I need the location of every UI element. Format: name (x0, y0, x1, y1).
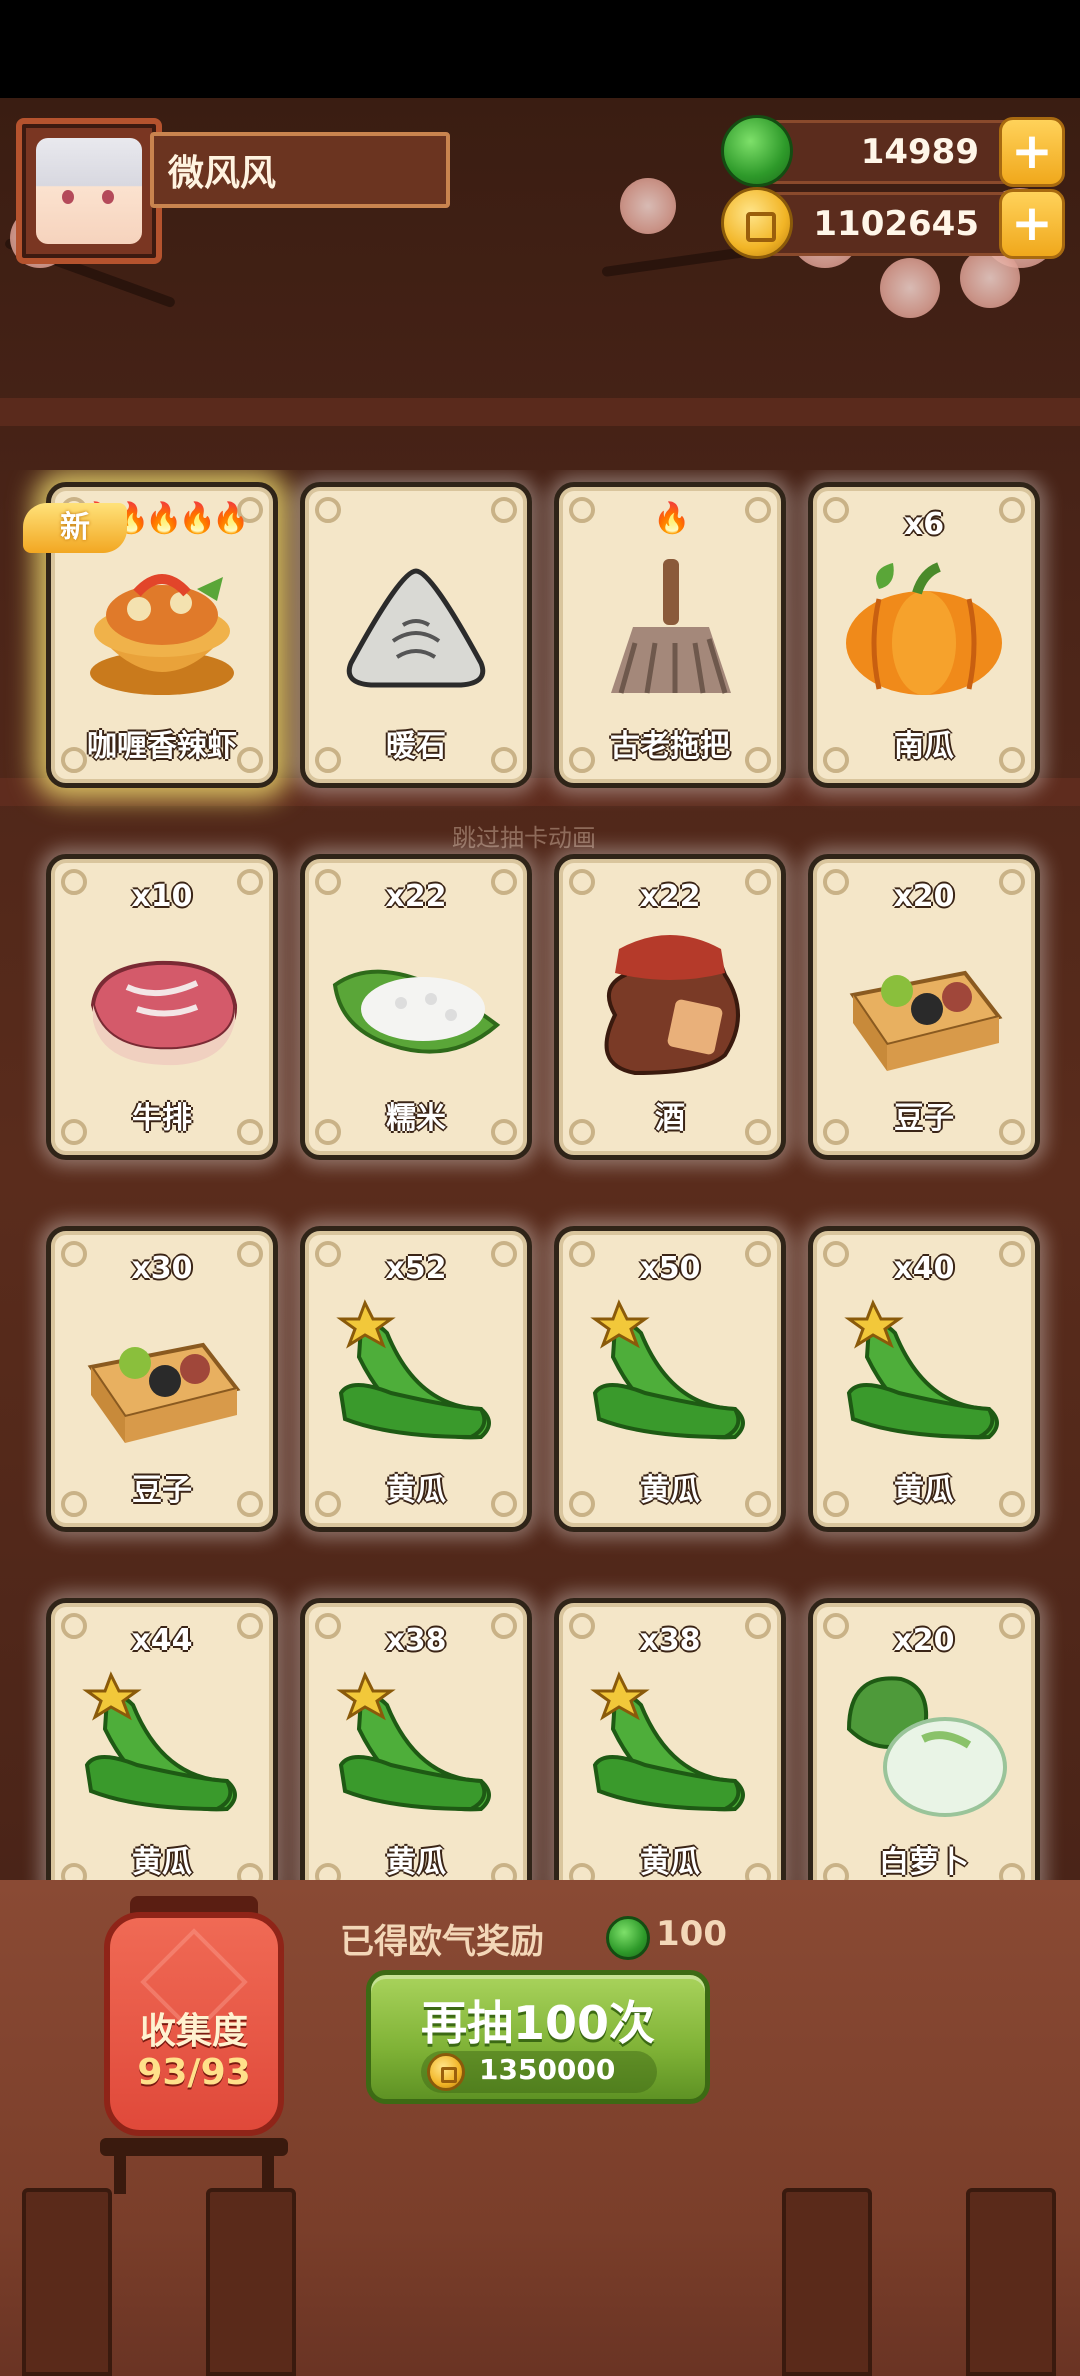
wall-beam (0, 398, 1080, 426)
card-label: 黄瓜 (386, 1473, 446, 1508)
add-gems-button[interactable]: + (999, 117, 1065, 187)
reward-label: 已得欧气奖励 (340, 1922, 544, 1962)
card-count: x40 (893, 1251, 955, 1286)
cucumber-icon (585, 1669, 755, 1819)
item-card[interactable]: x6 南瓜 (808, 482, 1040, 788)
collection-lantern[interactable]: 收集度 93/93 (104, 1912, 284, 2136)
item-card[interactable]: x44 黄瓜 (46, 1598, 278, 1884)
card-count: x20 (893, 1623, 955, 1658)
avatar-portrait (36, 138, 142, 244)
card-corner-ornament (491, 497, 517, 523)
cucumber-icon (331, 1297, 501, 1447)
item-card[interactable]: 暖石 (300, 482, 532, 788)
curry-shrimp-icon (77, 553, 247, 703)
lantern-leg (114, 2150, 126, 2194)
card-label: 咖喱香辣虾 (87, 729, 237, 764)
card-label: 豆子 (132, 1473, 192, 1508)
card-corner-ornament (315, 497, 341, 523)
card-label: 暖石 (386, 729, 446, 764)
wine-jar-icon (585, 925, 755, 1076)
card-label: 黄瓜 (640, 1473, 700, 1508)
reward-amount: 100 (656, 1914, 727, 1954)
item-card[interactable]: x52 黄瓜 (300, 1226, 532, 1532)
card-count: x38 (385, 1623, 447, 1658)
item-card[interactable]: 🔥🔥🔥🔥🔥 咖喱香辣虾新 (23, 482, 278, 788)
radish-icon (839, 1669, 1009, 1819)
card-label: 白萝卜 (879, 1845, 969, 1880)
collection-value: 93/93 (137, 2052, 251, 2093)
card-count: x6 (903, 507, 945, 542)
old-mop-icon (585, 553, 755, 703)
card-label: 糯米 (386, 1101, 446, 1136)
cucumber-icon (77, 1669, 247, 1819)
beans-box-icon (77, 1297, 247, 1447)
card-label: 黄瓜 (386, 1845, 446, 1880)
item-card[interactable]: x10 牛排 (46, 854, 278, 1160)
card-count: x10 (131, 879, 193, 914)
beans-box-icon (839, 925, 1009, 1075)
item-card[interactable]: x50 黄瓜 (554, 1226, 786, 1532)
fence-post (22, 2188, 112, 2376)
card-label: 黄瓜 (640, 1845, 700, 1880)
gem-counter: 14989 + (721, 115, 1065, 187)
item-card[interactable]: x22 糯米 (300, 854, 532, 1160)
card-count: x50 (639, 1251, 701, 1286)
card-label: 牛排 (132, 1101, 192, 1136)
card-count: x22 (639, 879, 701, 914)
gem-amount: 14989 (860, 132, 979, 172)
collection-title: 收集度 (139, 2011, 248, 2052)
cucumber-icon (585, 1297, 755, 1447)
fence-post (966, 2188, 1056, 2376)
card-count: x38 (639, 1623, 701, 1658)
card-count: x20 (893, 879, 955, 914)
blossom (880, 258, 940, 318)
card-count: x44 (131, 1623, 193, 1658)
card-label: 黄瓜 (132, 1845, 192, 1880)
card-label: 黄瓜 (894, 1473, 954, 1508)
draw-cost: 1350000 (479, 2053, 616, 2086)
item-card[interactable]: x20 豆子 (808, 854, 1040, 1160)
coin-counter: 1102645 + (721, 187, 1065, 259)
draw-again-button[interactable]: 再抽100次 1350000 (366, 1970, 710, 2104)
steak-icon (77, 925, 247, 1075)
player-name: 微风风 (150, 132, 450, 208)
rice-icon (331, 925, 501, 1075)
card-label: 古老拖把 (610, 729, 730, 764)
pumpkin-icon (839, 553, 1009, 703)
add-coins-button[interactable]: + (999, 189, 1065, 259)
player-avatar[interactable] (16, 118, 162, 264)
item-card[interactable]: x30 豆子 (46, 1226, 278, 1532)
warm-stone-icon (331, 553, 501, 703)
cucumber-icon (839, 1297, 1009, 1447)
status-bar (0, 0, 1080, 98)
card-count: x22 (385, 879, 447, 914)
coin-icon (427, 2053, 465, 2091)
card-count: x52 (385, 1251, 447, 1286)
coin-icon (721, 187, 793, 259)
item-card[interactable]: 🔥 古老拖把 (554, 482, 786, 788)
draw-button-label: 再抽100次 (420, 1996, 656, 2050)
card-label: 豆子 (894, 1101, 954, 1136)
item-card[interactable]: x40 黄瓜 (808, 1226, 1040, 1532)
card-grid: 🔥🔥🔥🔥🔥 咖喱香辣虾新暖石 🔥 古老拖把 x6 南瓜 x10 牛排 x22 糯米 x22 酒 x20 豆… (0, 470, 1080, 1884)
item-card[interactable]: x38 黄瓜 (300, 1598, 532, 1884)
item-card[interactable]: x20 白萝卜 (808, 1598, 1040, 1884)
new-badge: 新 (23, 503, 127, 553)
coin-amount: 1102645 (813, 204, 979, 244)
green-gem-icon (606, 1916, 650, 1960)
blossom (620, 178, 676, 234)
rarity-flame-icons: 🔥 (653, 501, 690, 536)
fence-post (206, 2188, 296, 2376)
item-card[interactable]: x38 黄瓜 (554, 1598, 786, 1884)
fence-post (782, 2188, 872, 2376)
card-count: x30 (131, 1251, 193, 1286)
lantern-stand (100, 2138, 288, 2156)
green-gem-icon (721, 115, 793, 187)
cucumber-icon (331, 1669, 501, 1819)
item-card[interactable]: x22 酒 (554, 854, 786, 1160)
card-label: 南瓜 (894, 729, 954, 764)
card-label: 酒 (655, 1101, 685, 1136)
